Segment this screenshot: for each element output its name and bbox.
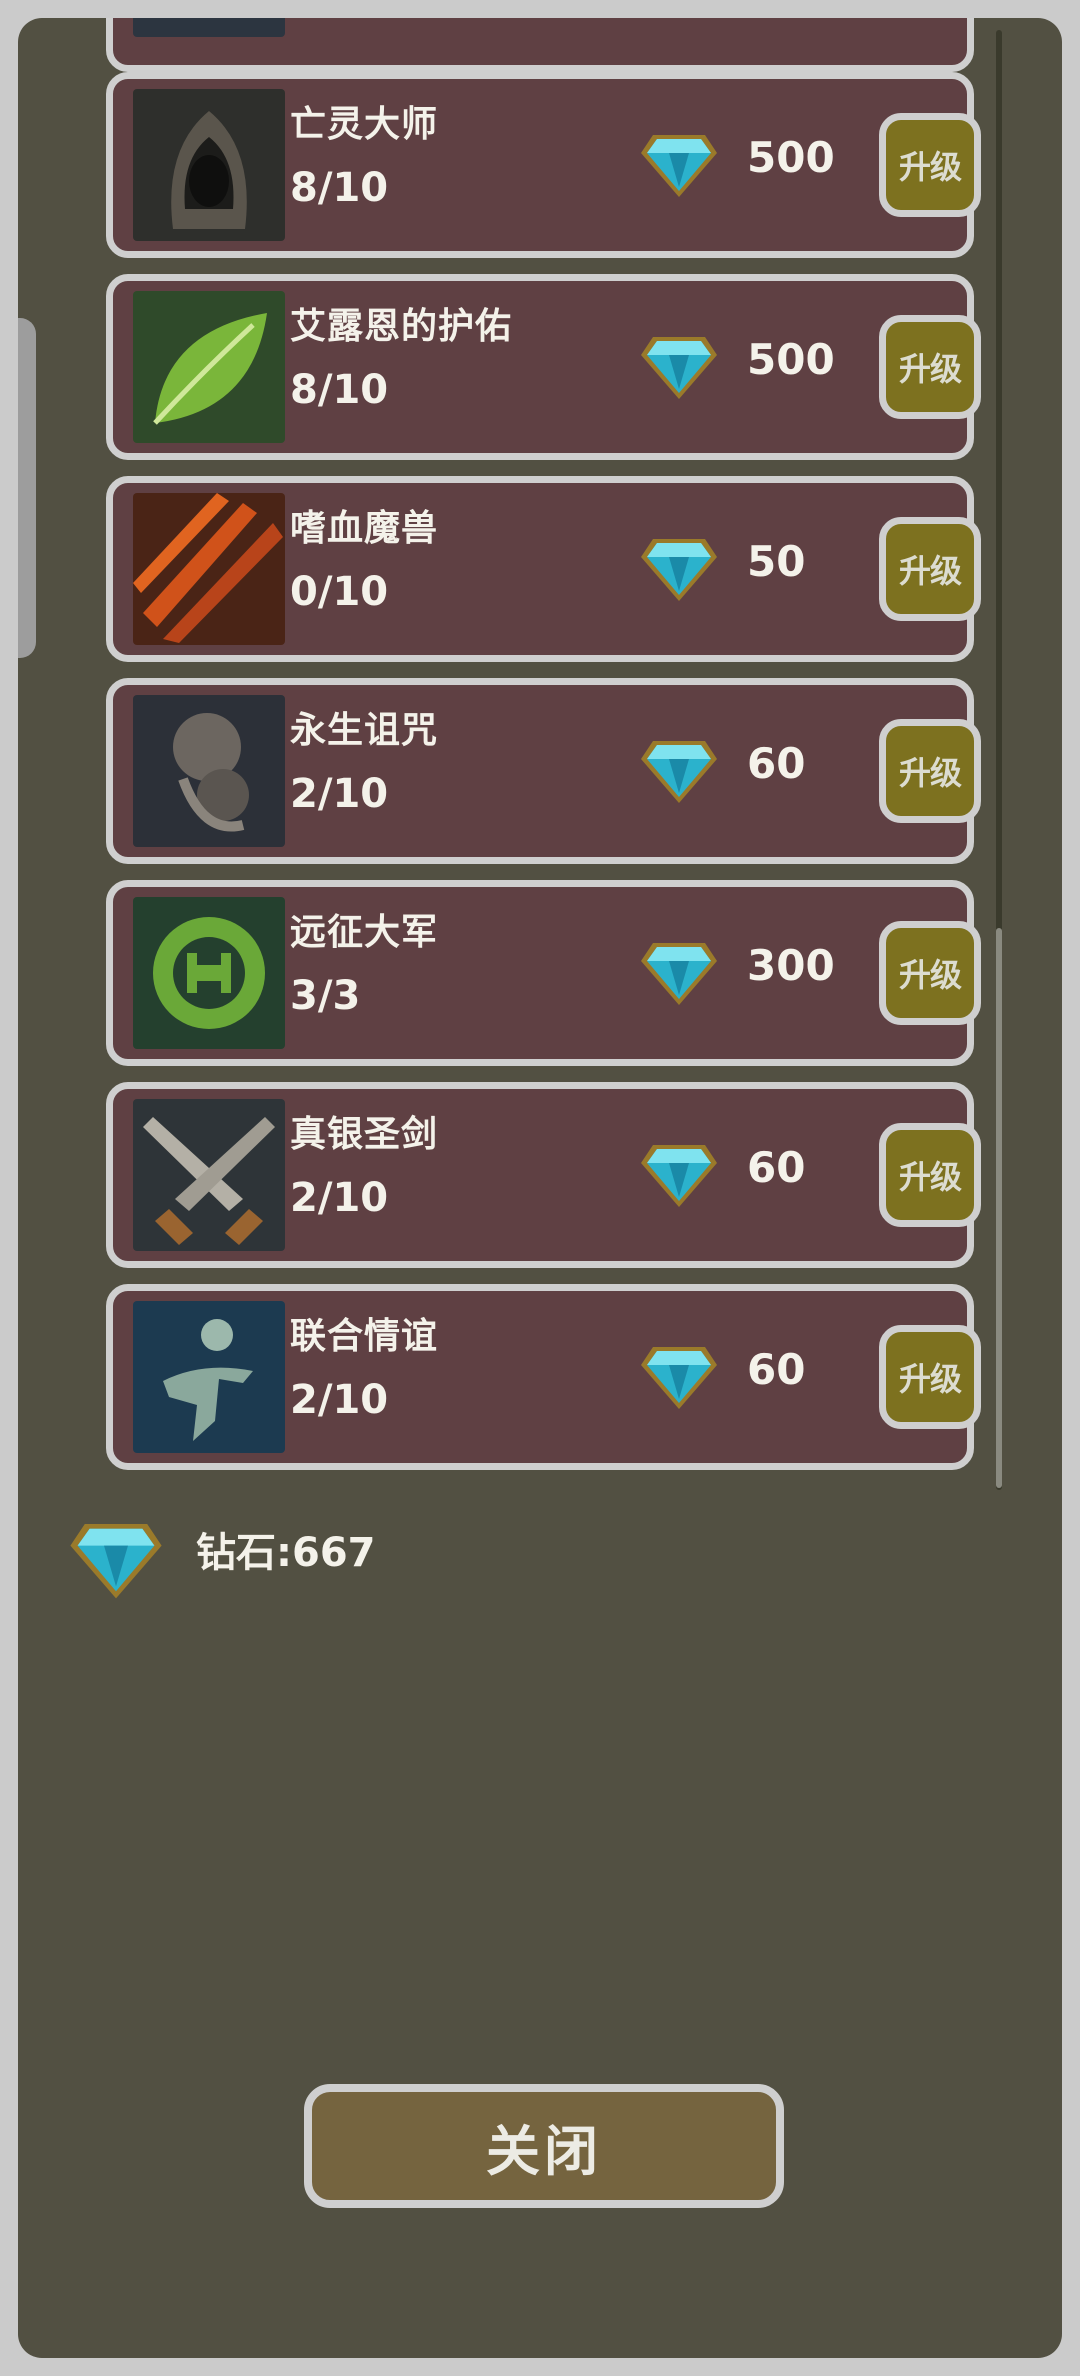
leaf-icon	[133, 291, 285, 443]
frame: 亡灵大师 8/10 500 升级 艾露恩的护佑 8/10 500 升级 嗜血魔兽…	[0, 0, 1080, 2376]
skill-name: 真银圣剑	[290, 1114, 439, 1155]
upgrade-button[interactable]: 升级	[879, 921, 981, 1025]
skill-cost: 60	[747, 1345, 806, 1394]
skill-cost: 500	[747, 335, 835, 384]
diamond-icon	[639, 1343, 719, 1411]
skill-row-partial	[106, 18, 974, 72]
diamond-icon	[68, 1518, 164, 1602]
diamond-icon	[639, 939, 719, 1007]
skill-thumb-partial	[133, 18, 285, 37]
hooded-figure-icon	[133, 89, 285, 241]
skill-level: 2/10	[290, 1175, 389, 1221]
skill-row: 远征大军 3/3 300 升级	[106, 880, 981, 1066]
diamond-icon	[639, 131, 719, 199]
skill-row: 艾露恩的护佑 8/10 500 升级	[106, 274, 981, 460]
skill-level: 2/10	[290, 1377, 389, 1423]
skill-name: 联合情谊	[290, 1316, 439, 1357]
upgrade-button[interactable]: 升级	[879, 315, 981, 419]
skill-level: 8/10	[290, 165, 389, 211]
upgrade-button[interactable]: 升级	[879, 517, 981, 621]
skill-name: 嗜血魔兽	[290, 508, 439, 549]
skill-row: 嗜血魔兽 0/10 50 升级	[106, 476, 981, 662]
skill-name: 艾露恩的护佑	[290, 306, 513, 347]
diamond-icon	[639, 737, 719, 805]
skill-row: 真银圣剑 2/10 60 升级	[106, 1082, 981, 1268]
diamond-icon	[639, 333, 719, 401]
claw-slash-icon	[133, 493, 285, 645]
skill-row: 联合情谊 2/10 60 升级	[106, 1284, 981, 1470]
skill-level: 2/10	[290, 771, 389, 817]
upgrade-button[interactable]: 升级	[879, 113, 981, 217]
skill-cost: 60	[747, 1143, 806, 1192]
skill-cost: 300	[747, 941, 835, 990]
skill-level: 3/3	[290, 973, 361, 1019]
upgrade-button[interactable]: 升级	[879, 719, 981, 823]
close-button[interactable]: 关闭	[304, 2084, 784, 2208]
skill-row: 亡灵大师 8/10 500 升级	[106, 72, 981, 258]
diamond-balance: 钻石:667	[196, 1530, 376, 1576]
scrollbar-thumb[interactable]	[996, 928, 1002, 1488]
spirit-figure-icon	[133, 1301, 285, 1453]
diamond-icon	[639, 1141, 719, 1209]
diamond-icon	[639, 535, 719, 603]
upgrade-button[interactable]: 升级	[879, 1123, 981, 1227]
upgrade-panel: 亡灵大师 8/10 500 升级 艾露恩的护佑 8/10 500 升级 嗜血魔兽…	[18, 18, 1062, 2358]
skill-cost: 500	[747, 133, 835, 182]
upgrade-button[interactable]: 升级	[879, 1325, 981, 1429]
skill-cost: 50	[747, 537, 806, 586]
smoke-curse-icon	[133, 695, 285, 847]
skill-name: 远征大军	[290, 912, 439, 953]
skill-level: 0/10	[290, 569, 389, 615]
side-pull-tab[interactable]	[18, 318, 36, 658]
crossed-swords-icon	[133, 1099, 285, 1251]
skill-row: 永生诅咒 2/10 60 升级	[106, 678, 981, 864]
skill-name: 亡灵大师	[290, 104, 439, 145]
green-emblem-icon	[133, 897, 285, 1049]
skill-list[interactable]: 亡灵大师 8/10 500 升级 艾露恩的护佑 8/10 500 升级 嗜血魔兽…	[86, 18, 1006, 1498]
skill-name: 永生诅咒	[290, 710, 439, 751]
skill-level: 8/10	[290, 367, 389, 413]
skill-cost: 60	[747, 739, 806, 788]
